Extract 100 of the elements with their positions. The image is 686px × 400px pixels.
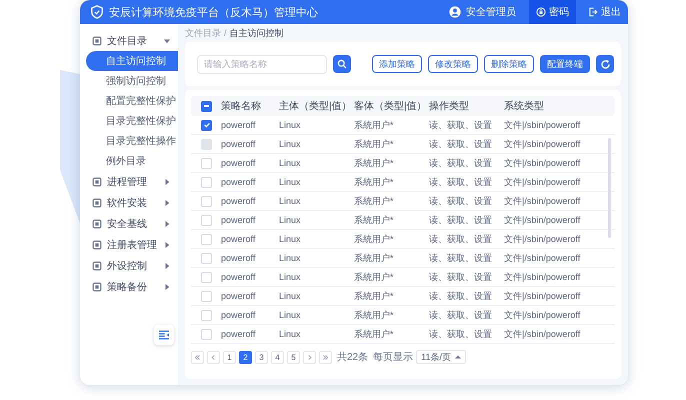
page-button[interactable]: 5 (287, 350, 300, 364)
header-button[interactable]: 退出 (581, 0, 628, 24)
table-cell-text: 系統用户* (354, 270, 395, 284)
table-cell-text: 读、获取、设置 (429, 232, 493, 246)
table-cell-text: poweroff (221, 234, 256, 244)
table-cell-text: poweroff (221, 120, 256, 130)
previous-page-button[interactable] (207, 350, 220, 364)
table-cell-text: 读、获取、设置 (429, 308, 493, 322)
table-cell-text: Linux (279, 310, 302, 320)
menu-item[interactable]: 外设控制 (80, 255, 178, 276)
table-cell-text: 读、获取、设置 (429, 194, 493, 208)
table-cell-text: 读、获取、设置 (429, 252, 493, 264)
table-cell-text: 文件|/sbin/poweroff (504, 138, 582, 150)
action-button[interactable]: 修改策略 (428, 55, 478, 73)
refresh-button[interactable] (596, 55, 614, 73)
table-cell-text: 读、获取、设置 (429, 290, 493, 302)
caret-icon (164, 262, 170, 268)
submenu-item[interactable]: 目录完整性保护 (80, 111, 178, 131)
menu-item[interactable]: 安全基线 (80, 213, 178, 234)
menu-icon (92, 260, 102, 270)
column-header: 策略名称 (221, 100, 262, 113)
double-chevron-left-icon (194, 354, 201, 360)
submenu-item[interactable]: 配置完整性保护 (80, 91, 178, 111)
table-cell-text: 系統用户* (354, 138, 395, 150)
action-button[interactable]: 配置终端 (540, 55, 590, 73)
search-button[interactable] (333, 55, 351, 73)
table-cell-text: 系統用户* (354, 328, 395, 340)
table-cell-text: poweroff (221, 329, 256, 339)
column-header: 系统类型 (504, 100, 545, 113)
table-cell-text: 文件|/sbin/poweroff (504, 290, 582, 302)
table-cell-text: 文件|/sbin/poweroff (504, 156, 582, 170)
caret-icon (164, 178, 170, 184)
submenu-item[interactable]: 目录完整性操作 (80, 131, 178, 151)
action-button[interactable]: 添加策略 (372, 55, 422, 73)
table-cell-text: 系統用户* (354, 214, 395, 226)
menu-item[interactable]: 注册表管理 (80, 234, 178, 255)
submenu-item[interactable]: 自主访问控制 (86, 51, 178, 71)
caret-icon (164, 220, 170, 226)
table-cell-text: 系統用户* (354, 194, 395, 208)
first-page-button[interactable] (191, 350, 204, 364)
table-cell-text: 文件|/sbin/poweroff (504, 194, 582, 208)
table-cell-text: poweroff (221, 291, 256, 301)
user-name: 安全管理员 (466, 6, 516, 19)
table-cell-text: Linux (279, 272, 302, 282)
page-button[interactable]: 3 (255, 350, 268, 364)
column-header: 主体（类型|值） (279, 100, 353, 113)
table-cell-text: poweroff (221, 158, 256, 168)
menu-icon (92, 218, 102, 228)
user-icon (449, 6, 461, 18)
page-button[interactable]: 2 (239, 350, 252, 364)
select-all-checkbox[interactable] (201, 100, 212, 112)
table-cell-text: Linux (279, 196, 302, 206)
menu-icon (92, 36, 102, 46)
submenu-item[interactable]: 强制访问控制 (80, 71, 178, 91)
menu-icon (92, 198, 102, 208)
menu-item[interactable]: 软件安装 (80, 192, 178, 213)
table-cell-text: 读、获取、设置 (429, 118, 493, 132)
breadcrumb-separator: / (224, 28, 227, 38)
table-cell-text: poweroff (221, 139, 256, 149)
table-cell-text: 系統用户* (354, 156, 395, 170)
last-page-button[interactable] (319, 350, 332, 364)
page-button[interactable]: 4 (271, 350, 284, 364)
table-cell-text: poweroff (221, 177, 256, 187)
caret-icon (454, 354, 461, 360)
table-cell-text: 文件|/sbin/poweroff (504, 176, 582, 188)
menu-icon (92, 240, 102, 250)
table-cell-text: Linux (279, 215, 302, 225)
action-button[interactable]: 删除策略 (484, 55, 534, 73)
table-cell-text: 系統用户* (354, 290, 395, 302)
page-button[interactable]: 1 (223, 350, 236, 364)
search-icon (337, 59, 347, 69)
search-field[interactable]: 请输入策略名称 (197, 54, 327, 74)
table-cell-text: 文件|/sbin/poweroff (504, 328, 582, 340)
table-cell-text: Linux (279, 139, 302, 149)
collapse-button[interactable] (154, 325, 174, 345)
app-title: 安辰计算环境免疫平台（反木马）管理中心 (109, 6, 318, 20)
column-header: 客体（类型|值） (354, 100, 428, 113)
menu-item[interactable]: 策略备份 (80, 276, 178, 297)
next-page-button[interactable] (303, 350, 316, 364)
row-checkbox[interactable] (201, 120, 212, 130)
column-header: 操作类型 (429, 100, 470, 113)
table-cell-text: poweroff (221, 215, 256, 225)
caret-icon (164, 242, 170, 248)
header-button[interactable]: 密码 (529, 0, 576, 24)
logout-icon (588, 7, 598, 17)
caret-icon (164, 38, 170, 44)
shield-icon (90, 5, 104, 19)
table-cell-text: 读、获取、设置 (429, 156, 493, 170)
table-cell-text: 文件|/sbin/poweroff (504, 214, 582, 226)
table-cell-text: 文件|/sbin/poweroff (504, 118, 582, 132)
total-count: 共22条 (337, 350, 368, 364)
menu-icon (92, 176, 102, 186)
menu-item[interactable]: 进程管理 (80, 171, 178, 192)
menu-item[interactable]: 文件目录 (80, 30, 178, 51)
table-cell-text: 读、获取、设置 (429, 270, 493, 284)
table-cell-text: 文件|/sbin/poweroff (504, 252, 582, 264)
table-cell-text: Linux (279, 253, 302, 263)
refresh-icon (600, 58, 610, 70)
page-size-select[interactable]: 11条/页 (416, 350, 466, 364)
submenu-item[interactable]: 例外目录 (80, 151, 178, 171)
